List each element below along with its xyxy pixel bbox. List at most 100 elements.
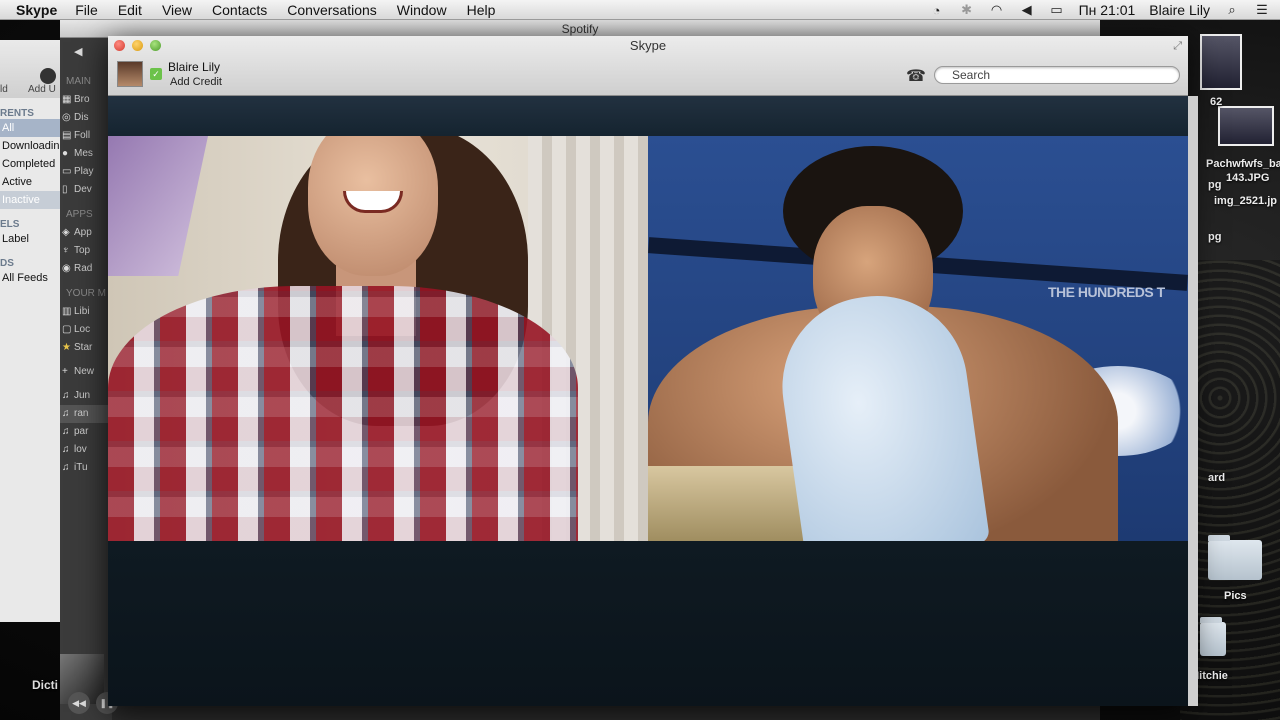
globe-icon[interactable] — [40, 68, 56, 84]
desktop-folder-label[interactable]: Pics — [1224, 590, 1247, 602]
wifi-icon[interactable]: ◠ — [989, 2, 1005, 17]
desktop-file-label[interactable]: 143.JPG — [1226, 172, 1269, 184]
menu-help[interactable]: Help — [467, 2, 496, 18]
back-arrow-icon[interactable]: ◀ — [74, 46, 82, 58]
apps-icon: ◈ — [62, 227, 70, 238]
poster-text: THE HUNDREDS T — [1048, 284, 1165, 300]
torrent-toolbar-label[interactable]: ld — [0, 84, 8, 95]
remote-video-left — [108, 136, 648, 541]
spotify-apps-header: APPS — [66, 209, 93, 220]
spotify-playlist[interactable]: ♫ iTu — [60, 459, 112, 477]
video-person — [648, 466, 818, 541]
torrent-window: ld Add U RENTS All Downloadin Completed … — [0, 40, 62, 622]
desktop-file-label[interactable]: ard — [1208, 472, 1225, 484]
torrents-section-header: RENTS — [0, 108, 34, 119]
torrent-filter-inactive[interactable]: Inactive — [0, 191, 61, 209]
playlist-icon: ♫ — [62, 444, 70, 455]
call-header-bar — [108, 96, 1188, 136]
play-queue-icon: ▭ — [62, 166, 72, 177]
spotify-item-app-finder[interactable]: ◈ App — [60, 224, 112, 242]
search-input[interactable] — [934, 66, 1180, 84]
desktop-file-label[interactable]: img_2521.jp — [1214, 195, 1277, 207]
desktop-file-label[interactable]: pg — [1208, 231, 1221, 243]
torrent-all-feeds[interactable]: All Feeds — [0, 269, 61, 287]
window-edge — [1188, 96, 1198, 706]
fullscreen-icon[interactable]: ⤢ — [1173, 40, 1182, 53]
dial-pad-icon[interactable]: ☎ — [906, 66, 926, 86]
spotify-item-messages[interactable]: ● Mes — [60, 145, 112, 163]
volume-icon[interactable]: ◀ — [1019, 2, 1035, 17]
menu-conversations[interactable]: Conversations — [287, 2, 377, 18]
previous-track-icon[interactable]: ◀◀ — [68, 692, 90, 714]
spotify-item-library[interactable]: ▥ Libi — [60, 303, 112, 321]
skype-window: Skype ⤢ ✓ Blaire Lily Add Credit ☎ ⌕ THE… — [108, 36, 1198, 706]
spotify-item-local-files[interactable]: ▢ Loc — [60, 321, 112, 339]
spotify-item-starred[interactable]: ★ Star — [60, 339, 112, 357]
spotify-main-header: MAIN — [66, 76, 91, 87]
spotify-playlist[interactable]: ♫ par — [60, 423, 112, 441]
plus-icon: + — [62, 366, 68, 377]
spotify-playlist[interactable]: ♫ Jun — [60, 387, 112, 405]
menu-contacts[interactable]: Contacts — [212, 2, 267, 18]
spotify-nav-arrows[interactable]: ◀ — [60, 38, 112, 66]
browse-icon: ▦ — [62, 94, 72, 105]
desktop-image-thumbnails[interactable] — [1198, 34, 1280, 146]
bluetooth-icon[interactable]: ✱ — [959, 2, 975, 17]
add-credit-link[interactable]: Add Credit — [170, 76, 222, 88]
devices-icon: ▯ — [62, 184, 68, 195]
messages-icon: ● — [62, 148, 69, 159]
torrent-filter-all[interactable]: All — [0, 119, 61, 137]
call-footer — [108, 541, 1188, 706]
battery-icon[interactable]: ▭ — [1049, 2, 1065, 17]
spotify-item-radio[interactable]: ◉ Rad — [60, 260, 112, 278]
menu-file[interactable]: File — [75, 2, 98, 18]
torrent-toolbar: ld Add U — [0, 40, 61, 98]
menu-edit[interactable]: Edit — [118, 2, 142, 18]
spotify-item-devices[interactable]: ▯ Dev — [60, 181, 112, 199]
desktop-file-label[interactable]: pg — [1208, 179, 1221, 191]
torrent-filter-downloading[interactable]: Downloadin — [0, 137, 61, 155]
playlist-icon: ♫ — [62, 426, 70, 437]
spotify-item-top-lists[interactable]: ♆ Top — [60, 242, 112, 260]
menu-bar: Skype File Edit View Contacts Conversati… — [0, 0, 1280, 20]
notification-list-icon[interactable]: ☰ — [1254, 2, 1270, 17]
desktop-photo-thumbnail[interactable] — [1218, 106, 1274, 146]
avatar[interactable] — [117, 61, 143, 87]
remote-video-right: THE HUNDREDS T — [648, 136, 1188, 541]
playlist-icon: ♫ — [62, 390, 70, 401]
online-status-icon[interactable]: ✓ — [150, 68, 162, 80]
desktop-file-label[interactable]: 62 — [1210, 96, 1222, 108]
local-files-icon: ▢ — [62, 324, 72, 335]
torrent-label-row[interactable]: Label — [0, 230, 61, 248]
desktop-file-label[interactable]: Pachwfwfs_ba — [1206, 158, 1280, 170]
spotify-new-playlist[interactable]: + New — [60, 363, 112, 381]
spotify-playlist[interactable]: ♫ ran — [60, 405, 112, 423]
star-icon: ★ — [62, 342, 71, 353]
labels-section-header: ELS — [0, 219, 20, 230]
now-playing-label: Dicti — [32, 678, 59, 692]
spotify-item-browse[interactable]: ▦ Bro — [60, 91, 112, 109]
spotify-item-discover[interactable]: ◎ Dis — [60, 109, 112, 127]
menu-view[interactable]: View — [162, 2, 192, 18]
torrent-filter-completed[interactable]: Completed — [0, 155, 61, 173]
folder-icon[interactable] — [1200, 617, 1226, 656]
spotify-playlist[interactable]: ♫ lov — [60, 441, 112, 459]
video-curtain — [108, 136, 208, 276]
spotify-item-follow[interactable]: ▤ Foll — [60, 127, 112, 145]
user-name[interactable]: Blaire Lily — [168, 60, 220, 74]
folder-icon[interactable] — [1208, 535, 1262, 580]
discover-icon: ◎ — [62, 112, 71, 123]
time-machine-icon[interactable]: ◔ — [929, 3, 945, 18]
playlist-icon: ♫ — [62, 408, 70, 419]
menu-app-name[interactable]: Skype — [16, 2, 57, 18]
spotify-item-play-queue[interactable]: ▭ Play — [60, 163, 112, 181]
torrent-filter-active[interactable]: Active — [0, 173, 61, 191]
playlist-icon: ♫ — [62, 462, 70, 473]
menu-clock[interactable]: Пн 21:01 — [1079, 2, 1136, 18]
menu-user[interactable]: Blaire Lily — [1149, 2, 1210, 18]
add-url-button[interactable]: Add U — [28, 84, 56, 95]
desktop-photo-thumbnail[interactable] — [1200, 34, 1242, 90]
menu-window[interactable]: Window — [397, 2, 447, 18]
window-title: Skype — [629, 38, 667, 53]
spotlight-search-icon[interactable]: ⌕ — [1224, 2, 1240, 17]
